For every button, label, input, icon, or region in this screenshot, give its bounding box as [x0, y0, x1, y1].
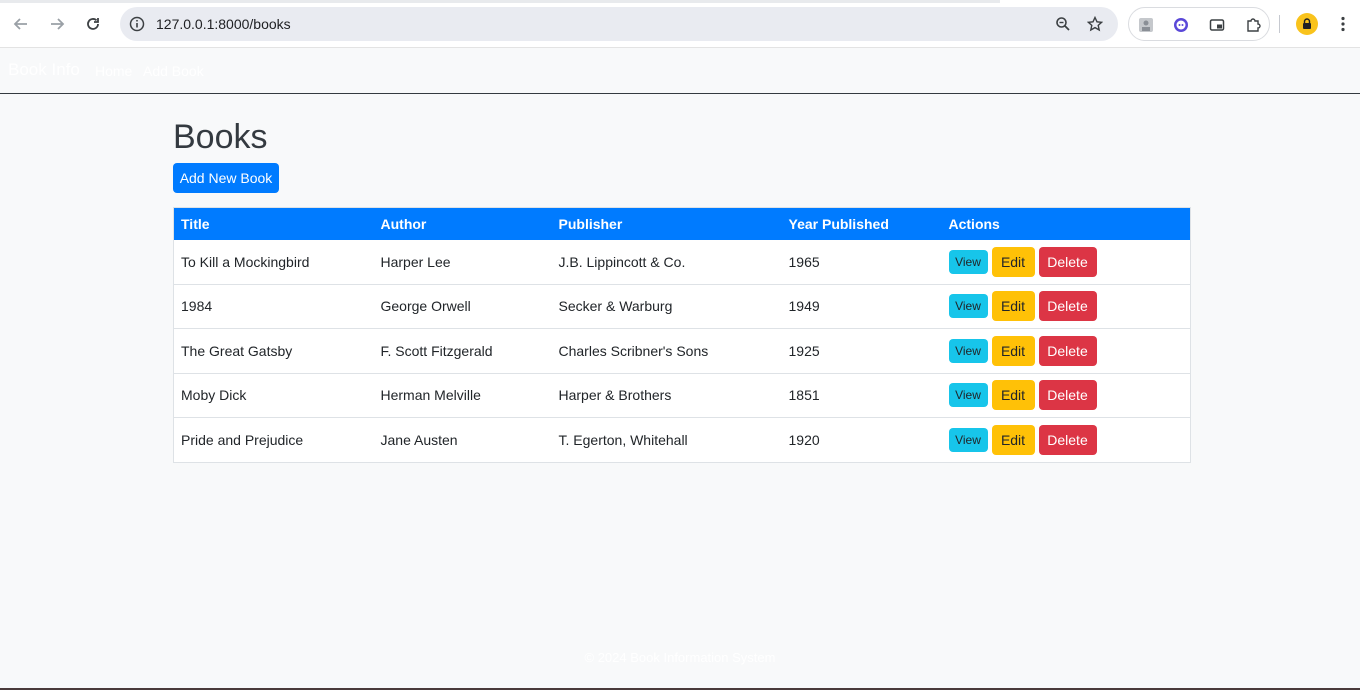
- books-table: Title Author Publisher Year Published Ac…: [173, 207, 1191, 463]
- cell-author: Jane Austen: [380, 431, 458, 448]
- cell-title: To Kill a Mockingbird: [181, 253, 310, 270]
- cell-year: 1949: [788, 298, 820, 315]
- cell-year: 1920: [788, 431, 820, 448]
- bookmark-star-icon[interactable]: [1086, 15, 1104, 33]
- page-title: Books: [173, 118, 268, 156]
- nav-link-home[interactable]: Home: [95, 63, 132, 79]
- address-bar[interactable]: 127.0.0.1:8000/books: [120, 7, 1118, 41]
- kebab-menu-icon[interactable]: [1334, 14, 1352, 34]
- forward-arrow-icon[interactable]: [43, 10, 71, 38]
- add-new-book-button[interactable]: Add New Book: [173, 163, 279, 193]
- view-button[interactable]: View: [948, 383, 988, 408]
- extensions-group: [1128, 7, 1270, 41]
- cell-author: Herman Melville: [380, 387, 481, 404]
- cell-actions: View Edit Delete: [942, 418, 1191, 463]
- cell-title: 1984: [181, 298, 213, 315]
- cell-title: Pride and Prejudice: [181, 431, 304, 448]
- navbar-brand[interactable]: Book Info: [8, 60, 80, 80]
- cell-actions: View Edit Delete: [942, 329, 1191, 374]
- table-row: 1984 George Orwell Secker & Warburg 1949…: [173, 284, 1191, 329]
- delete-button[interactable]: Delete: [1038, 335, 1097, 366]
- table-row: The Great Gatsby F. Scott Fitzgerald Cha…: [173, 329, 1191, 374]
- toolbar-divider: [1279, 15, 1280, 33]
- table-row: Pride and Prejudice Jane Austen T. Egert…: [173, 418, 1191, 463]
- cell-actions: View Edit Delete: [942, 240, 1191, 285]
- url-text[interactable]: 127.0.0.1:8000/books: [156, 16, 291, 32]
- cell-publisher: J.B. Lippincott & Co.: [558, 253, 686, 270]
- delete-button[interactable]: Delete: [1038, 291, 1097, 322]
- cell-author: George Orwell: [380, 298, 471, 315]
- column-header-year: Year Published: [788, 215, 889, 232]
- site-info-icon[interactable]: [128, 15, 146, 33]
- edit-button[interactable]: Edit: [991, 291, 1035, 322]
- picture-in-picture-icon[interactable]: [1208, 16, 1226, 34]
- cell-publisher: T. Egerton, Whitehall: [558, 431, 688, 448]
- cell-year: 1851: [788, 387, 820, 404]
- back-arrow-icon[interactable]: [7, 10, 35, 38]
- table-row: To Kill a Mockingbird Harper Lee J.B. Li…: [173, 240, 1191, 285]
- extension-face-icon[interactable]: [1172, 16, 1190, 34]
- cell-year: 1965: [788, 253, 820, 270]
- delete-button[interactable]: Delete: [1038, 380, 1097, 411]
- cell-actions: View Edit Delete: [942, 284, 1191, 329]
- delete-button[interactable]: Delete: [1038, 424, 1097, 455]
- cell-author: F. Scott Fitzgerald: [380, 342, 493, 359]
- edit-button[interactable]: Edit: [991, 424, 1035, 455]
- cell-publisher: Harper & Brothers: [558, 387, 672, 404]
- column-header-author: Author: [380, 215, 427, 232]
- edit-button[interactable]: Edit: [991, 380, 1035, 411]
- view-button[interactable]: View: [948, 294, 988, 319]
- cell-publisher: Charles Scribner's Sons: [558, 342, 709, 359]
- profile-avatar-icon[interactable]: [1296, 13, 1318, 35]
- view-button[interactable]: View: [948, 249, 988, 274]
- loading-bar: [0, 0, 1000, 3]
- view-button[interactable]: View: [948, 427, 988, 452]
- cell-author: Harper Lee: [380, 253, 451, 270]
- table-row: Moby Dick Herman Melville Harper & Broth…: [173, 373, 1191, 418]
- puzzle-extensions-icon[interactable]: [1244, 16, 1262, 34]
- column-header-title: Title: [181, 215, 210, 232]
- table-header-row: Title Author Publisher Year Published Ac…: [173, 207, 1191, 240]
- column-header-publisher: Publisher: [558, 215, 623, 232]
- edit-button[interactable]: Edit: [991, 335, 1035, 366]
- zoom-icon[interactable]: [1054, 15, 1072, 33]
- cell-year: 1925: [788, 342, 820, 359]
- reload-icon[interactable]: [79, 10, 107, 38]
- cell-title: Moby Dick: [181, 387, 247, 404]
- cell-actions: View Edit Delete: [942, 373, 1191, 418]
- edit-button[interactable]: Edit: [991, 246, 1035, 277]
- browser-toolbar: 127.0.0.1:8000/books: [0, 0, 1360, 48]
- delete-button[interactable]: Delete: [1038, 246, 1097, 277]
- column-header-actions: Actions: [948, 215, 1000, 232]
- view-button[interactable]: View: [948, 338, 988, 363]
- app-navbar: Book Info Home Add Book: [0, 48, 1360, 94]
- nav-link-add-book[interactable]: Add Book: [143, 63, 204, 79]
- cell-title: The Great Gatsby: [181, 342, 293, 359]
- extension-avatar-icon[interactable]: [1137, 16, 1155, 34]
- cell-publisher: Secker & Warburg: [558, 298, 673, 315]
- footer-text: © 2024 Book Information System: [584, 650, 776, 665]
